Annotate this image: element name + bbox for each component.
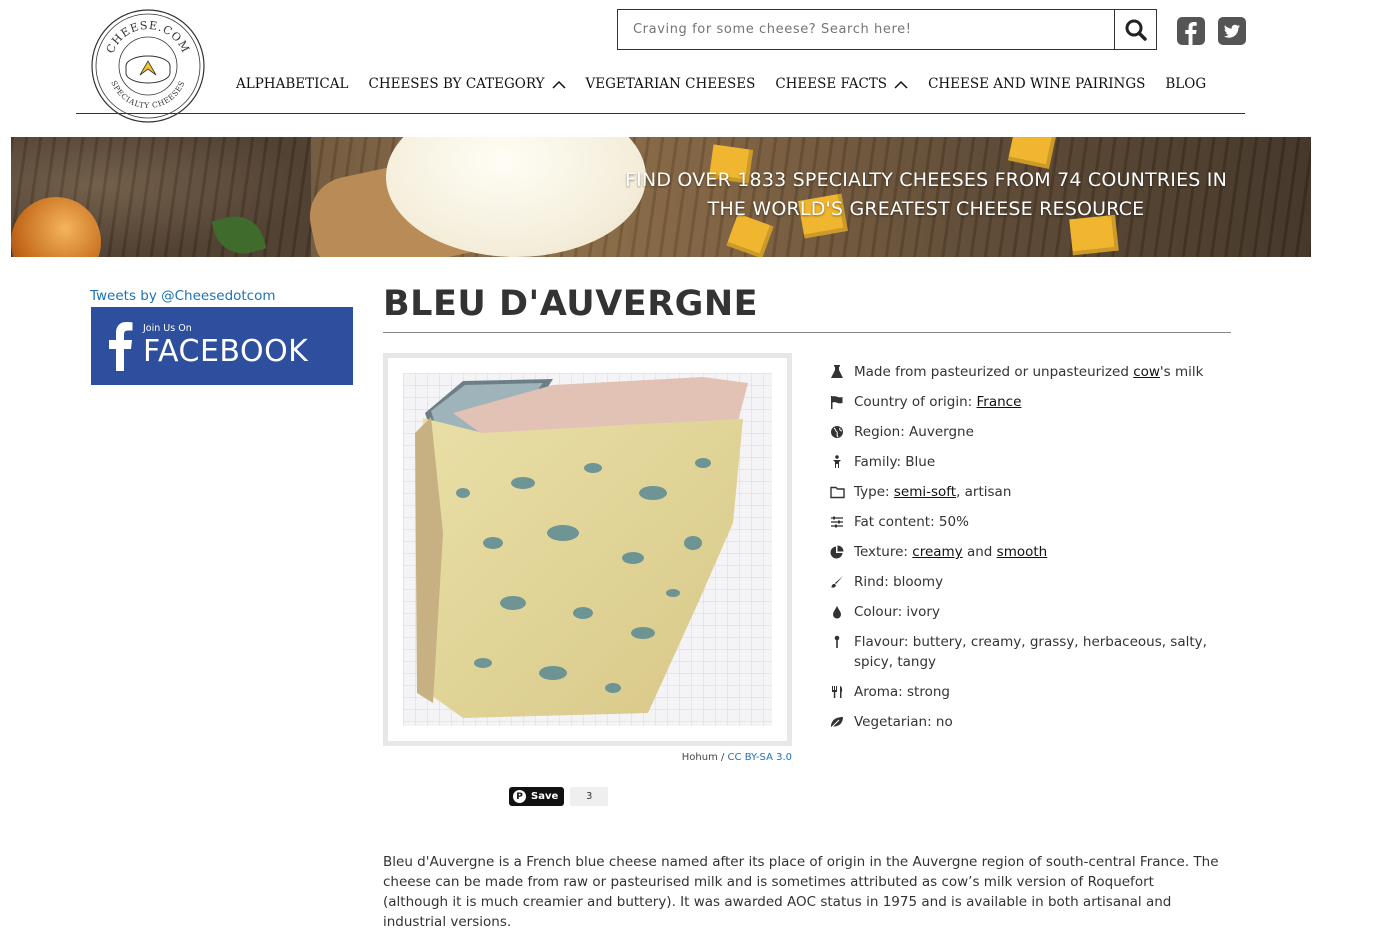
image-credit: Hohum / CC BY-SA 3.0 bbox=[600, 752, 792, 763]
texture-creamy-link[interactable]: creamy bbox=[912, 544, 962, 560]
flag-icon bbox=[831, 396, 843, 409]
cheese-description: Bleu d'Auvergne is a French blue cheese … bbox=[383, 854, 1219, 930]
image-license-link[interactable]: CC BY-SA 3.0 bbox=[728, 752, 792, 763]
thermometer-icon bbox=[834, 635, 840, 648]
fact-text: Colour: ivory bbox=[854, 604, 940, 620]
fact-text: and bbox=[962, 544, 997, 560]
hero-banner: FIND OVER 1833 SPECIALTY CHEESES FROM 74… bbox=[11, 137, 1311, 257]
fact-vegetarian: Vegetarian: no bbox=[830, 712, 1230, 732]
sliders-icon bbox=[831, 516, 843, 528]
banner-tagline: FIND OVER 1833 SPECIALTY CHEESES FROM 74… bbox=[601, 166, 1251, 224]
fact-text: Texture: bbox=[854, 544, 913, 560]
fact-text: Flavour: buttery, creamy, grassy, herbac… bbox=[854, 634, 1207, 670]
image-credit-author: Hohum / bbox=[681, 752, 728, 763]
bleu-cheese-wedge-image bbox=[415, 377, 748, 718]
tweets-link[interactable]: Tweets by @Cheesedotcom bbox=[90, 288, 276, 304]
nav-alphabetical[interactable]: ALPHABETICAL bbox=[236, 76, 348, 92]
paint-brush-icon bbox=[831, 576, 843, 588]
title-divider bbox=[383, 332, 1231, 333]
fact-text: Vegetarian: no bbox=[854, 714, 953, 730]
nav-label: ALPHABETICAL bbox=[236, 76, 349, 92]
nav-vegetarian-cheeses[interactable]: VEGETARIAN CHEESES bbox=[586, 76, 756, 92]
fact-type: Type: semi-soft, artisan bbox=[830, 482, 1230, 502]
fact-text: Family: Blue bbox=[854, 454, 936, 470]
banner-tagline-line2: THE WORLD'S GREATEST CHEESE RESOURCE bbox=[707, 198, 1145, 220]
nav-cheeses-by-category[interactable]: CHEESES BY CATEGORY bbox=[368, 76, 566, 92]
milk-cow-link[interactable]: cow bbox=[1133, 364, 1160, 380]
pinterest-save-label: Save bbox=[531, 791, 559, 802]
nav-label: VEGETARIAN CHEESES bbox=[585, 76, 756, 92]
facebook-word: FACEBOOK bbox=[143, 334, 309, 369]
cutlery-icon bbox=[832, 686, 843, 698]
fact-texture: Texture: creamy and smooth bbox=[830, 542, 1230, 562]
fact-text: Aroma: strong bbox=[854, 684, 950, 700]
cheese-photo[interactable] bbox=[403, 373, 772, 726]
search-button[interactable] bbox=[1114, 10, 1156, 49]
search-bar bbox=[617, 9, 1157, 50]
globe-icon bbox=[831, 426, 843, 438]
pinterest-icon: P bbox=[513, 790, 526, 803]
twitter-icon bbox=[1218, 17, 1246, 45]
nav-label: CHEESE FACTS bbox=[775, 76, 888, 92]
fact-text: Type: bbox=[854, 484, 894, 500]
nav-label: BLOG bbox=[1165, 76, 1207, 92]
fact-aroma: Aroma: strong bbox=[830, 682, 1230, 702]
country-france-link[interactable]: France bbox=[977, 394, 1022, 410]
search-input[interactable] bbox=[618, 10, 1114, 49]
twitter-link[interactable] bbox=[1218, 17, 1246, 45]
flask-icon bbox=[831, 365, 843, 378]
fact-milk: Made from pasteurized or unpasteurized c… bbox=[830, 362, 1230, 382]
type-semi-soft-link[interactable]: semi-soft bbox=[894, 484, 956, 500]
facebook-join-label: Join Us On bbox=[143, 323, 192, 334]
site-logo[interactable]: CHEESE.COM SPECIALTY CHEESES bbox=[91, 9, 205, 123]
leaf-icon bbox=[831, 717, 843, 728]
fact-text: , artisan bbox=[956, 484, 1012, 500]
facebook-join-box[interactable]: Join Us On FACEBOOK bbox=[91, 307, 353, 385]
fact-country: Country of origin: France bbox=[830, 392, 1230, 412]
header-divider bbox=[76, 113, 1245, 114]
pinterest-save-count: 3 bbox=[570, 787, 609, 806]
cheese-com-logo-icon: CHEESE.COM SPECIALTY CHEESES bbox=[91, 9, 205, 123]
tint-drop-icon bbox=[833, 606, 841, 619]
folder-icon bbox=[830, 486, 845, 499]
banner-tagline-line1: FIND OVER 1833 SPECIALTY CHEESES FROM 74… bbox=[624, 169, 1228, 191]
facebook-icon bbox=[1177, 17, 1205, 45]
fact-text: 's milk bbox=[1159, 364, 1204, 380]
search-icon bbox=[1125, 19, 1147, 41]
nav-cheese-and-wine-pairings[interactable]: CHEESE AND WINE PAIRINGS bbox=[928, 76, 1145, 92]
facebook-link[interactable] bbox=[1177, 17, 1205, 45]
chevron-up-icon bbox=[894, 80, 908, 89]
fact-text: Rind: bloomy bbox=[854, 574, 944, 590]
family-icon bbox=[833, 455, 841, 468]
fact-text: Made from pasteurized or unpasteurized bbox=[854, 364, 1134, 380]
cheese-facts-list: Made from pasteurized or unpasteurized c… bbox=[830, 362, 1230, 742]
chevron-up-icon bbox=[552, 80, 566, 89]
facebook-f-icon bbox=[109, 322, 133, 371]
page-title: BLEU D'AUVERGNE bbox=[383, 284, 759, 324]
fact-text: Region: Auvergne bbox=[854, 424, 974, 440]
fact-colour: Colour: ivory bbox=[830, 602, 1230, 622]
fact-family: Family: Blue bbox=[830, 452, 1230, 472]
pie-chart-icon bbox=[830, 545, 844, 559]
fact-text: Fat content: 50% bbox=[854, 514, 969, 530]
nav-blog[interactable]: BLOG bbox=[1165, 76, 1206, 92]
pinterest-save-widget: P Save 3 bbox=[509, 787, 609, 806]
nav-label: CHEESES BY CATEGORY bbox=[368, 76, 545, 92]
nav-cheese-facts[interactable]: CHEESE FACTS bbox=[775, 76, 908, 92]
fact-text: Country of origin: bbox=[854, 394, 977, 410]
pinterest-save-button[interactable]: P Save bbox=[509, 787, 565, 806]
main-nav: ALPHABETICAL CHEESES BY CATEGORY VEGETAR… bbox=[236, 76, 1206, 92]
fact-rind: Rind: bloomy bbox=[830, 572, 1230, 592]
fact-region: Region: Auvergne bbox=[830, 422, 1230, 442]
fact-flavour: Flavour: buttery, creamy, grassy, herbac… bbox=[830, 632, 1230, 672]
texture-smooth-link[interactable]: smooth bbox=[997, 544, 1048, 560]
nav-label: CHEESE AND WINE PAIRINGS bbox=[928, 76, 1146, 92]
fact-fat: Fat content: 50% bbox=[830, 512, 1230, 532]
cheese-photo-frame bbox=[383, 353, 792, 746]
